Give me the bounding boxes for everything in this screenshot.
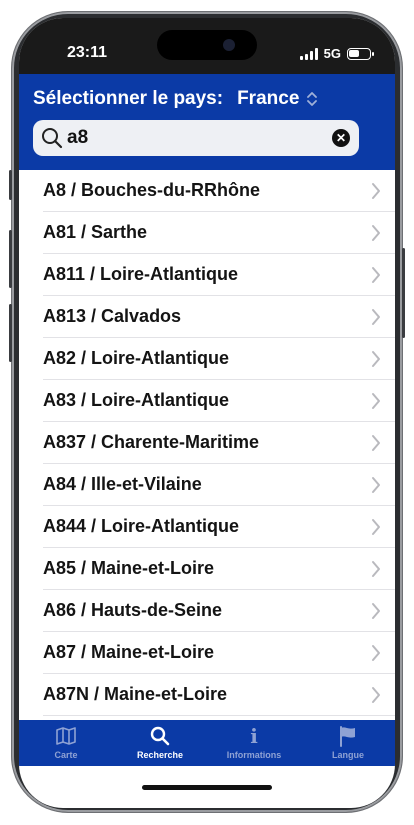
result-label: A844 / Loire-Atlantique: [43, 516, 240, 536]
country-picker[interactable]: France: [237, 88, 318, 110]
chevron-right-icon: [372, 225, 380, 241]
chevron-right-icon: [372, 561, 380, 577]
result-row[interactable]: A811 / Loire-Atlantique: [43, 254, 395, 296]
result-label: A83 / Loire-Atlantique: [43, 390, 230, 410]
power-button: [402, 248, 405, 338]
result-row[interactable]: A87 / Maine-et-Loire: [43, 632, 395, 674]
dynamic-island: [157, 30, 257, 60]
tab-langue[interactable]: Langue: [301, 720, 395, 766]
tab-recherche[interactable]: Recherche: [113, 720, 207, 766]
result-row[interactable]: A8 / Bouches-du-RRhône: [43, 170, 395, 212]
result-label: A811 / Loire-Atlantique: [43, 264, 239, 284]
result-row[interactable]: A86 / Hauts-de-Seine: [43, 590, 395, 632]
tab-label: Informations: [226, 750, 282, 760]
result-label: A82 / Loire-Atlantique: [43, 348, 230, 368]
country-value[interactable]: France: [237, 88, 299, 110]
result-label: A8 / Bouches-du-RRhône: [43, 180, 261, 200]
chevron-right-icon: [372, 603, 380, 619]
tab-label: Langue: [331, 750, 364, 760]
status-bar: 23:11 5G: [19, 18, 395, 74]
chevron-right-icon: [372, 393, 380, 409]
status-time: 23:11: [67, 44, 108, 61]
result-row[interactable]: A813 / Calvados: [43, 296, 395, 338]
volume-up-button: [9, 230, 12, 288]
result-label: A87N / Maine-et-Loire: [43, 684, 228, 704]
results-list: A8 / Bouches-du-RRhône A81 / Sarthe A811 /…: [19, 170, 395, 720]
tab-bar: Carte Recherche i Informations Langue: [19, 720, 395, 766]
result-row[interactable]: A81 / Sarthe: [43, 212, 395, 254]
chevron-right-icon: [372, 477, 380, 493]
tab-label: Carte: [54, 750, 78, 760]
result-row[interactable]: A844 / Loire-Atlantique: [43, 506, 395, 548]
home-indicator: [142, 785, 272, 790]
result-row[interactable]: A837 / Charente-Maritime: [43, 422, 395, 464]
result-label: A85 / Maine-et-Loire: [43, 558, 215, 578]
tab-informations[interactable]: i Informations: [207, 720, 301, 766]
result-label: A837 / Charente-Maritime: [43, 432, 260, 452]
camera-icon: [223, 39, 235, 51]
result-label: A87 / Maine-et-Loire: [43, 642, 215, 662]
search-icon: [149, 725, 171, 747]
map-icon: [55, 725, 77, 747]
screen: 23:11 5G Sélectionner le pays: France a8…: [19, 18, 395, 808]
battery-icon: [347, 47, 374, 60]
result-label: A86 / Hauts-de-Seine: [43, 600, 223, 620]
tab-carte[interactable]: Carte: [19, 720, 113, 766]
tab-label: Recherche: [136, 750, 184, 760]
mute-switch: [9, 170, 12, 200]
header: Sélectionner le pays: France ✕: [19, 74, 395, 170]
flag-icon: [337, 725, 359, 747]
result-label: A81 / Sarthe: [43, 222, 148, 242]
info-icon: i: [250, 724, 258, 748]
signal-icon: [299, 47, 318, 60]
result-row[interactable]: A83 / Loire-Atlantique: [43, 380, 395, 422]
chevron-right-icon: [372, 309, 380, 325]
chevron-up-down-icon[interactable]: [307, 91, 318, 107]
clear-search-icon[interactable]: ✕: [332, 129, 350, 147]
volume-down-button: [9, 304, 12, 362]
result-row[interactable]: A84 / Ille-et-Vilaine: [43, 464, 395, 506]
chevron-right-icon: [372, 519, 380, 535]
country-selector-row: Sélectionner le pays: France: [33, 88, 318, 110]
result-row[interactable]: A82 / Loire-Atlantique: [43, 338, 395, 380]
chevron-right-icon: [372, 183, 380, 199]
network-type: 5G: [323, 46, 341, 61]
result-row[interactable]: A85 / Maine-et-Loire: [43, 548, 395, 590]
search-icon: [42, 128, 63, 149]
result-label: A813 / Calvados: [43, 306, 182, 326]
chevron-right-icon: [372, 645, 380, 661]
country-label: Sélectionner le pays:: [33, 88, 224, 109]
chevron-right-icon: [372, 267, 380, 283]
chevron-right-icon: [372, 435, 380, 451]
result-label: A84 / Ille-et-Vilaine: [43, 474, 202, 494]
chevron-right-icon: [372, 351, 380, 367]
search-bar[interactable]: ✕: [33, 120, 359, 156]
status-indicators: 5G: [299, 46, 374, 61]
chevron-right-icon: [372, 687, 380, 703]
search-input[interactable]: [67, 127, 317, 149]
result-row[interactable]: A87N / Maine-et-Loire: [43, 674, 395, 716]
